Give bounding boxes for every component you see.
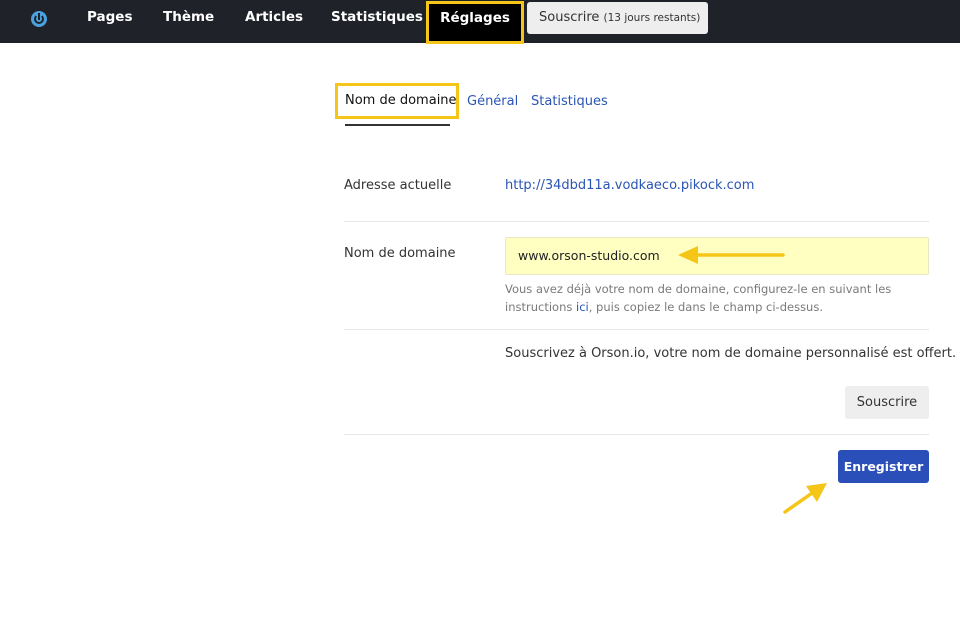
nav-item-pages[interactable]: Pages (87, 0, 133, 43)
help-text-end: , puis copiez le dans le champ ci-dessus… (588, 300, 823, 314)
tab-general[interactable]: Général (467, 94, 518, 109)
trial-remaining-days: (13 jours restants) (603, 12, 701, 24)
active-tab-underline (345, 124, 450, 126)
domain-name-input[interactable]: www.orson-studio.com (505, 237, 929, 275)
divider (344, 329, 929, 330)
tab-domain-name[interactable]: Nom de domaine (335, 83, 459, 119)
subscribe-trial-label: Souscrire (539, 10, 600, 25)
domain-help-text: Vous avez déjà votre nom de domaine, con… (505, 280, 925, 316)
nav-item-articles[interactable]: Articles (245, 0, 303, 43)
subscribe-button[interactable]: Souscrire (845, 386, 929, 419)
domain-name-label: Nom de domaine (344, 246, 456, 261)
divider (344, 221, 929, 222)
divider (344, 434, 929, 435)
subscribe-trial-button[interactable]: Souscrire (13 jours restants) (527, 2, 708, 34)
save-button[interactable]: Enregistrer (838, 450, 929, 483)
subscription-offer-text: Souscrivez à Orson.io, votre nom de doma… (505, 346, 957, 361)
nav-item-settings[interactable]: Réglages (426, 1, 524, 44)
power-logo-icon[interactable] (31, 11, 47, 27)
current-address-label: Adresse actuelle (344, 178, 452, 193)
nav-item-theme[interactable]: Thème (163, 0, 214, 43)
instructions-link[interactable]: ici (576, 300, 589, 314)
nav-item-statistics[interactable]: Statistiques (331, 0, 423, 43)
current-address-link[interactable]: http://34dbd11a.vodkaeco.pikock.com (505, 178, 754, 193)
arrow-up-right-annotation-icon (783, 483, 827, 514)
tab-statistics[interactable]: Statistiques (531, 94, 608, 109)
top-navigation-bar: Pages Thème Articles Statistiques Réglag… (0, 0, 960, 44)
